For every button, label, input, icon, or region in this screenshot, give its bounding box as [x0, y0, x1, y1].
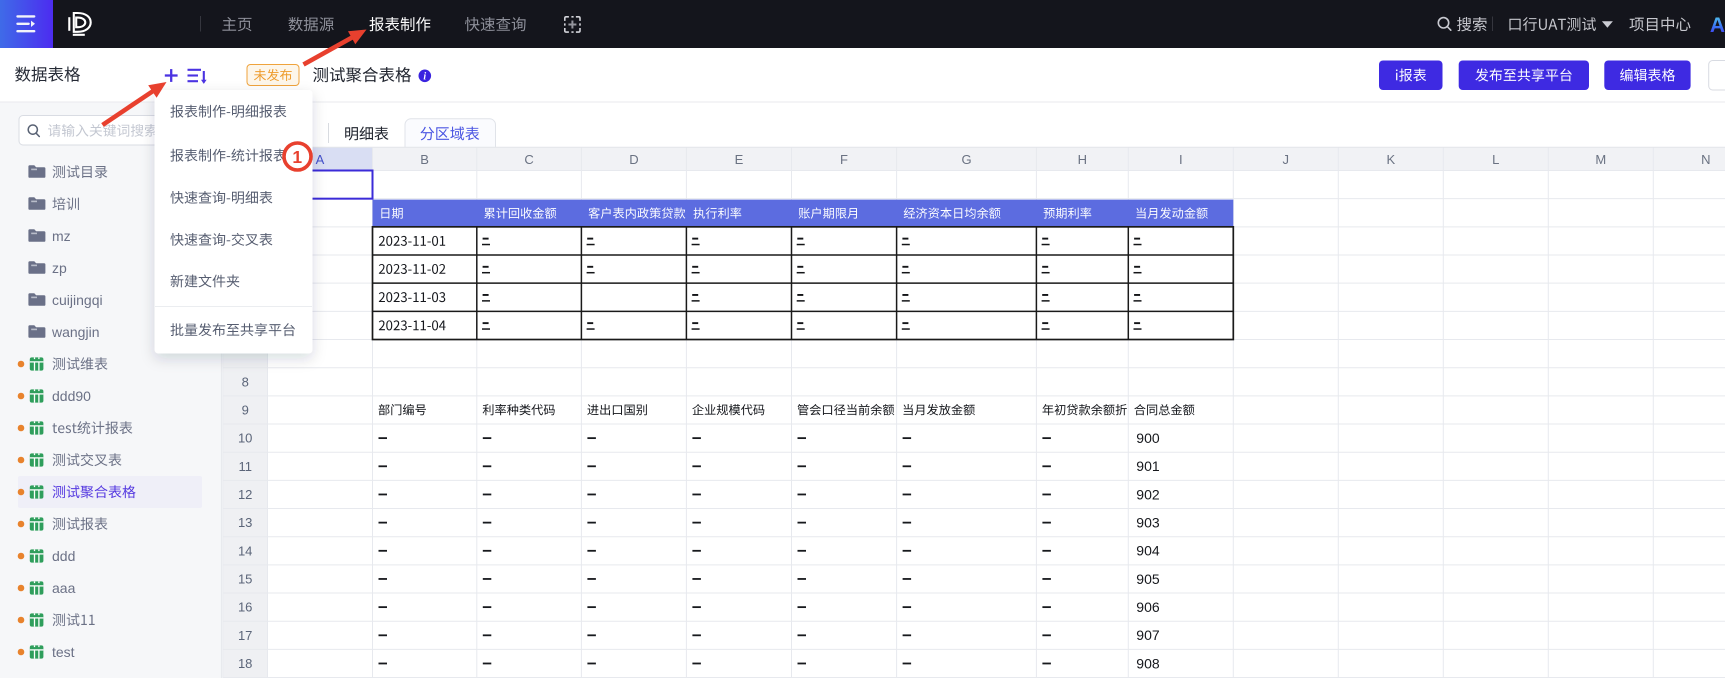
svg-text:11: 11	[238, 459, 252, 474]
svg-text:test: test	[52, 644, 75, 660]
svg-text:C: C	[524, 152, 533, 167]
svg-text:M: M	[1595, 152, 1606, 167]
svg-text:mz: mz	[52, 228, 71, 244]
svg-text:ddd90: ddd90	[52, 388, 91, 404]
svg-text:aaa: aaa	[52, 580, 76, 596]
svg-text:18: 18	[238, 656, 252, 671]
svg-text:G: G	[961, 152, 971, 167]
svg-text:16: 16	[238, 600, 252, 615]
svg-text:17: 17	[238, 628, 252, 643]
svg-text:908: 908	[1136, 655, 1160, 671]
svg-text:906: 906	[1136, 599, 1160, 615]
svg-text:904: 904	[1136, 543, 1160, 559]
svg-text:E: E	[735, 152, 744, 167]
svg-text:8: 8	[242, 374, 249, 389]
svg-text:905: 905	[1136, 571, 1160, 587]
svg-text:907: 907	[1136, 627, 1160, 643]
svg-text:F: F	[840, 152, 848, 167]
svg-text:900: 900	[1136, 430, 1160, 446]
svg-text:N: N	[1701, 152, 1710, 167]
svg-text:i: i	[423, 71, 426, 82]
svg-text:901: 901	[1136, 458, 1160, 474]
svg-text:13: 13	[238, 515, 252, 530]
svg-text:14: 14	[238, 543, 252, 558]
svg-text:9: 9	[242, 403, 249, 418]
svg-text:1: 1	[292, 147, 302, 167]
svg-text:L: L	[1492, 152, 1499, 167]
svg-text:J: J	[1283, 152, 1290, 167]
svg-text:zp: zp	[52, 260, 67, 276]
svg-text:12: 12	[238, 487, 252, 502]
svg-text:B: B	[420, 152, 429, 167]
svg-text:15: 15	[238, 572, 252, 587]
svg-text:A: A	[316, 152, 325, 167]
svg-text:903: 903	[1136, 515, 1160, 531]
svg-text:cuijingqi: cuijingqi	[52, 292, 103, 308]
svg-text:wangjin: wangjin	[51, 324, 99, 340]
svg-text:K: K	[1386, 152, 1395, 167]
svg-text:A: A	[1710, 14, 1725, 37]
svg-text:902: 902	[1136, 486, 1160, 502]
svg-text:10: 10	[238, 431, 252, 446]
svg-text:H: H	[1078, 152, 1087, 167]
svg-text:I: I	[1179, 152, 1183, 167]
svg-text:ddd: ddd	[52, 548, 75, 564]
svg-text:D: D	[629, 152, 638, 167]
